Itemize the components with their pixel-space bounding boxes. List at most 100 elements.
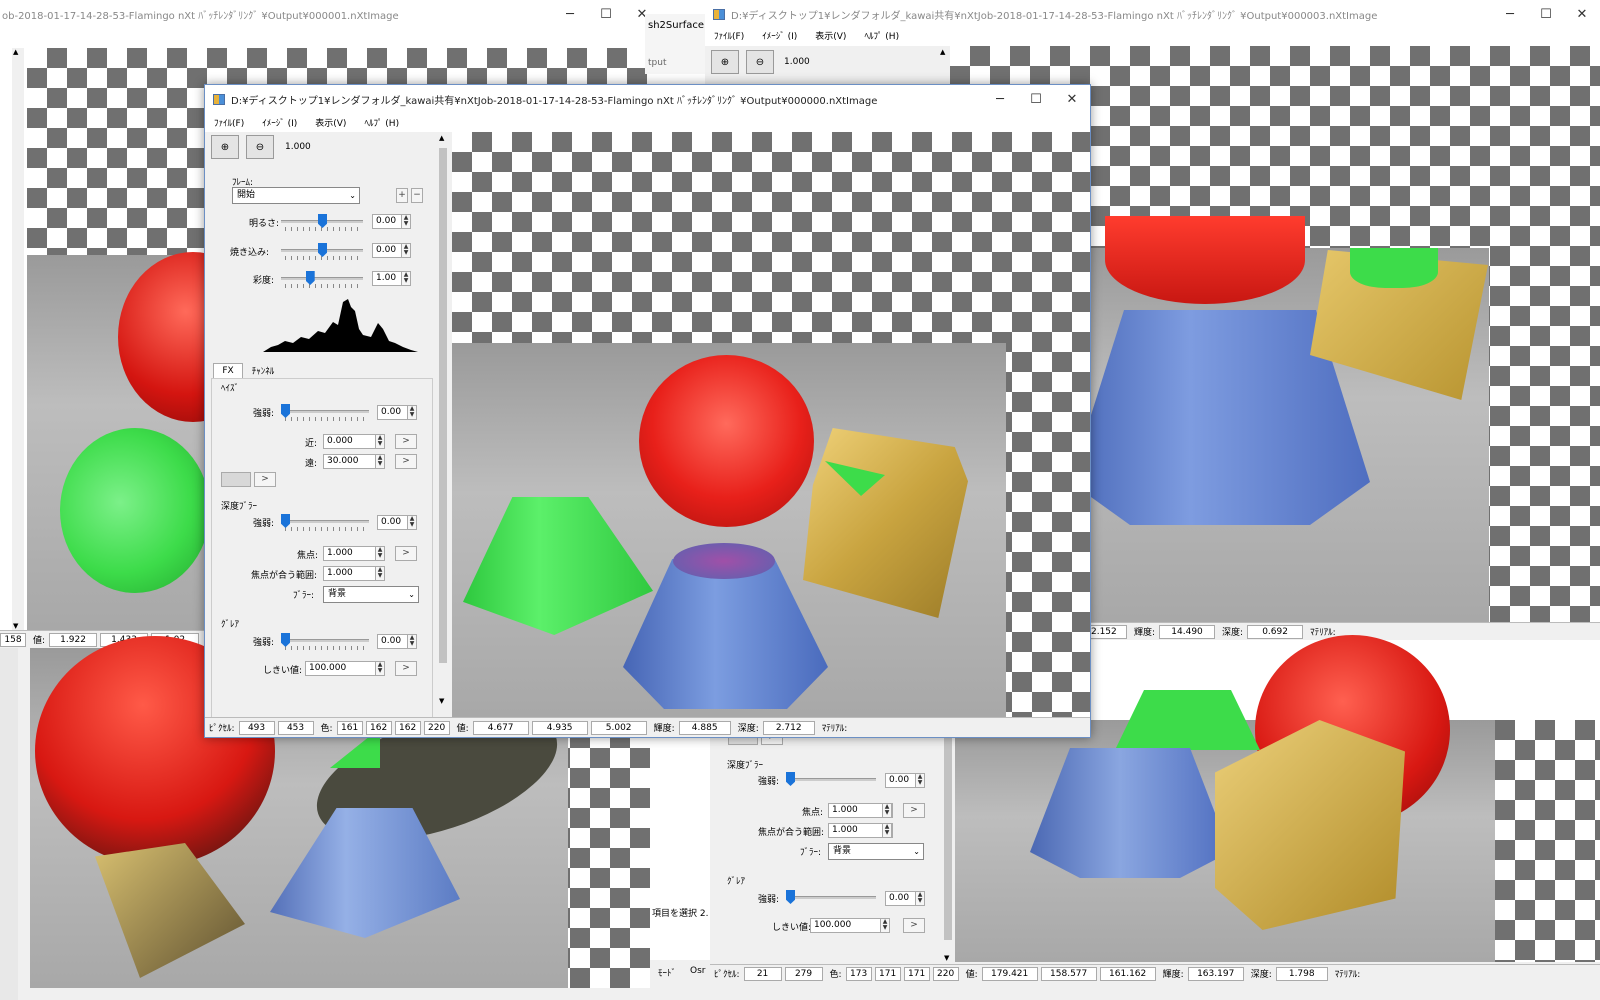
panel-scrollbar[interactable]: ▼ [942, 720, 954, 962]
zoom-out-button[interactable]: ⊖ [246, 135, 274, 159]
saturation-track[interactable] [281, 277, 363, 280]
focus-spinner[interactable]: ▲ ▼ [375, 546, 385, 561]
glare-group: ｸﾞﾚｱ [221, 620, 240, 630]
scroll-up-icon[interactable]: ▲ [13, 48, 18, 56]
depth-strength-label: 強弱: [253, 519, 275, 529]
focus-spinner[interactable]: ▲ ▼ [882, 803, 892, 818]
strength-track[interactable] [786, 778, 876, 781]
burn-thumb[interactable] [318, 243, 327, 257]
haze-color-swatch[interactable] [221, 472, 251, 487]
panel-scrollbar[interactable]: ▲ [938, 46, 950, 86]
haze-strength-track[interactable] [281, 410, 369, 413]
frame-select[interactable]: 開始 ⌄ [232, 187, 360, 204]
focus-pick-button[interactable]: > [395, 546, 417, 561]
tab-channel[interactable]: ﾁｬﾝﾈﾙ [245, 365, 281, 379]
menu-help[interactable]: ﾍﾙﾌﾟ (H) [855, 29, 908, 42]
brightness-spinner[interactable]: ▲ ▼ [401, 214, 411, 229]
color-a: 220 [423, 720, 450, 735]
depth-strength-track[interactable] [281, 520, 369, 523]
scroll-down-icon[interactable]: ▼ [13, 622, 18, 630]
menu-file[interactable]: ﾌｧｲﾙ(F) [205, 116, 253, 129]
threshold-value[interactable]: 100.000 [305, 661, 385, 676]
pixel-x: 493 [238, 720, 275, 735]
strength-thumb[interactable] [786, 772, 795, 786]
surface-tab[interactable]: sh2Surface [648, 20, 704, 31]
menu-help[interactable]: ﾍﾙﾌﾟ (H) [355, 116, 408, 129]
zoom-in-button[interactable]: ⊕ [211, 135, 239, 159]
maximize-icon[interactable]: ☐ [588, 0, 624, 28]
scroll-down-icon[interactable]: ▼ [944, 954, 949, 962]
left-scrollbar[interactable]: ▲ ▼ [12, 48, 24, 630]
saturation-ticks [285, 284, 361, 288]
pixel-label: ﾋﾟｸｾﾙ: [714, 970, 740, 980]
focus-range-spinner[interactable]: ▲ ▼ [882, 823, 892, 838]
minimize-icon[interactable]: ─ [982, 85, 1018, 113]
haze-color-button[interactable]: > [254, 472, 276, 487]
glare-strength-label: 強弱: [253, 638, 275, 648]
saturation-spinner[interactable]: ▲ ▼ [401, 271, 411, 286]
strength-spinner[interactable]: ▲ ▼ [915, 773, 925, 788]
burn-spinner[interactable]: ▲ ▼ [401, 243, 411, 258]
threshold-spinner[interactable]: ▲ ▼ [375, 661, 385, 676]
minimize-icon[interactable]: ─ [552, 0, 588, 28]
menu-view[interactable]: 表示(V) [806, 29, 855, 42]
near-spinner[interactable]: ▲ ▼ [375, 434, 385, 449]
glare-strength-spinner[interactable]: ▲ ▼ [407, 634, 417, 649]
glare-strength-thumb[interactable] [786, 890, 795, 904]
left-scrollbar[interactable] [0, 648, 18, 1000]
menu-image[interactable]: ｲﾒｰｼﾞ (I) [753, 29, 806, 42]
haze-strength-spinner[interactable]: ▲ ▼ [407, 405, 417, 420]
panel-scroll-thumb[interactable] [439, 148, 447, 663]
scroll-down-icon[interactable]: ▼ [439, 697, 444, 705]
depth-blur-group: 深度ﾌﾞﾗｰ [727, 761, 764, 771]
value-r: 1.922 [49, 632, 98, 647]
window-title-bar[interactable]: D:¥ディスクトップ1¥レンダフォルダ_kawai共有¥nXtJob-2018-… [705, 0, 1600, 28]
close-icon[interactable]: ✕ [1564, 0, 1600, 28]
depth-label: 深度: [1222, 628, 1244, 638]
near-pick-button[interactable]: > [395, 434, 417, 449]
select-hint-text: 項目を選択 [652, 909, 698, 919]
far-spinner[interactable]: ▲ ▼ [375, 454, 385, 469]
luminance-label: 輝度: [1162, 970, 1184, 980]
menu-file[interactable]: ﾌｧｲﾙ(F) [705, 29, 753, 42]
background-app-strip: sh2Surface tput [645, 14, 710, 74]
zoom-in-icon: ⊕ [220, 141, 230, 153]
color-b: 162 [394, 720, 421, 735]
brightness-thumb[interactable] [318, 214, 327, 228]
glare-strength-track[interactable] [281, 639, 369, 642]
panel-scrollbar[interactable]: ▲ ▼ [437, 132, 449, 707]
saturation-thumb[interactable] [305, 271, 315, 285]
window-title-bar[interactable]: D:¥ディスクトップ1¥レンダフォルダ_kawai共有¥nXtJob-2018-… [205, 85, 1090, 113]
menu-view[interactable]: 表示(V) [306, 116, 355, 129]
close-icon[interactable]: ✕ [1054, 85, 1090, 113]
threshold-spinner[interactable]: ▲ ▼ [880, 918, 890, 933]
threshold-pick-button[interactable]: > [395, 661, 417, 676]
scroll-up-icon[interactable]: ▲ [940, 48, 945, 56]
glare-strength-track[interactable] [786, 896, 876, 899]
depth-strength-spinner[interactable]: ▲ ▼ [407, 515, 417, 530]
blur-select[interactable]: 背景 ⌄ [828, 843, 924, 860]
glare-strength-spinner[interactable]: ▲ ▼ [915, 891, 925, 906]
chevron-down-icon: ⌄ [349, 191, 356, 200]
window-title-bar[interactable]: ob-2018-01-17-14-28-53-Flamingo nXt ﾊﾞｯﾁ… [0, 0, 660, 28]
maximize-icon[interactable]: ☐ [1018, 85, 1054, 113]
output-tab[interactable]: tput [648, 58, 666, 68]
menu-image[interactable]: ｲﾒｰｼﾞ (I) [253, 116, 306, 129]
threshold-pick-button[interactable]: > [903, 918, 925, 933]
color-label: 色: [829, 970, 842, 980]
frame-add-button[interactable]: + [396, 188, 408, 203]
threshold-value[interactable]: 100.000 [810, 918, 890, 933]
far-pick-button[interactable]: > [395, 454, 417, 469]
maximize-icon[interactable]: ☐ [1528, 0, 1564, 28]
minimize-icon[interactable]: ─ [1492, 0, 1528, 28]
focus-pick-button[interactable]: > [903, 803, 925, 818]
zoom-out-button[interactable]: ⊖ [746, 50, 774, 74]
scroll-up-icon[interactable]: ▲ [439, 134, 444, 142]
zoom-in-button[interactable]: ⊕ [711, 50, 739, 74]
focus-range-spinner[interactable]: ▲ ▼ [375, 566, 385, 581]
value-g: 4.935 [531, 720, 588, 735]
menu-bar: ﾌｧｲﾙ(F) ｲﾒｰｼﾞ (I) 表示(V) ﾍﾙﾌﾟ (H) [205, 112, 1090, 132]
frame-remove-button[interactable]: − [411, 188, 423, 203]
blur-select[interactable]: 背景 ⌄ [323, 586, 419, 603]
tab-fx[interactable]: FX [213, 363, 243, 379]
